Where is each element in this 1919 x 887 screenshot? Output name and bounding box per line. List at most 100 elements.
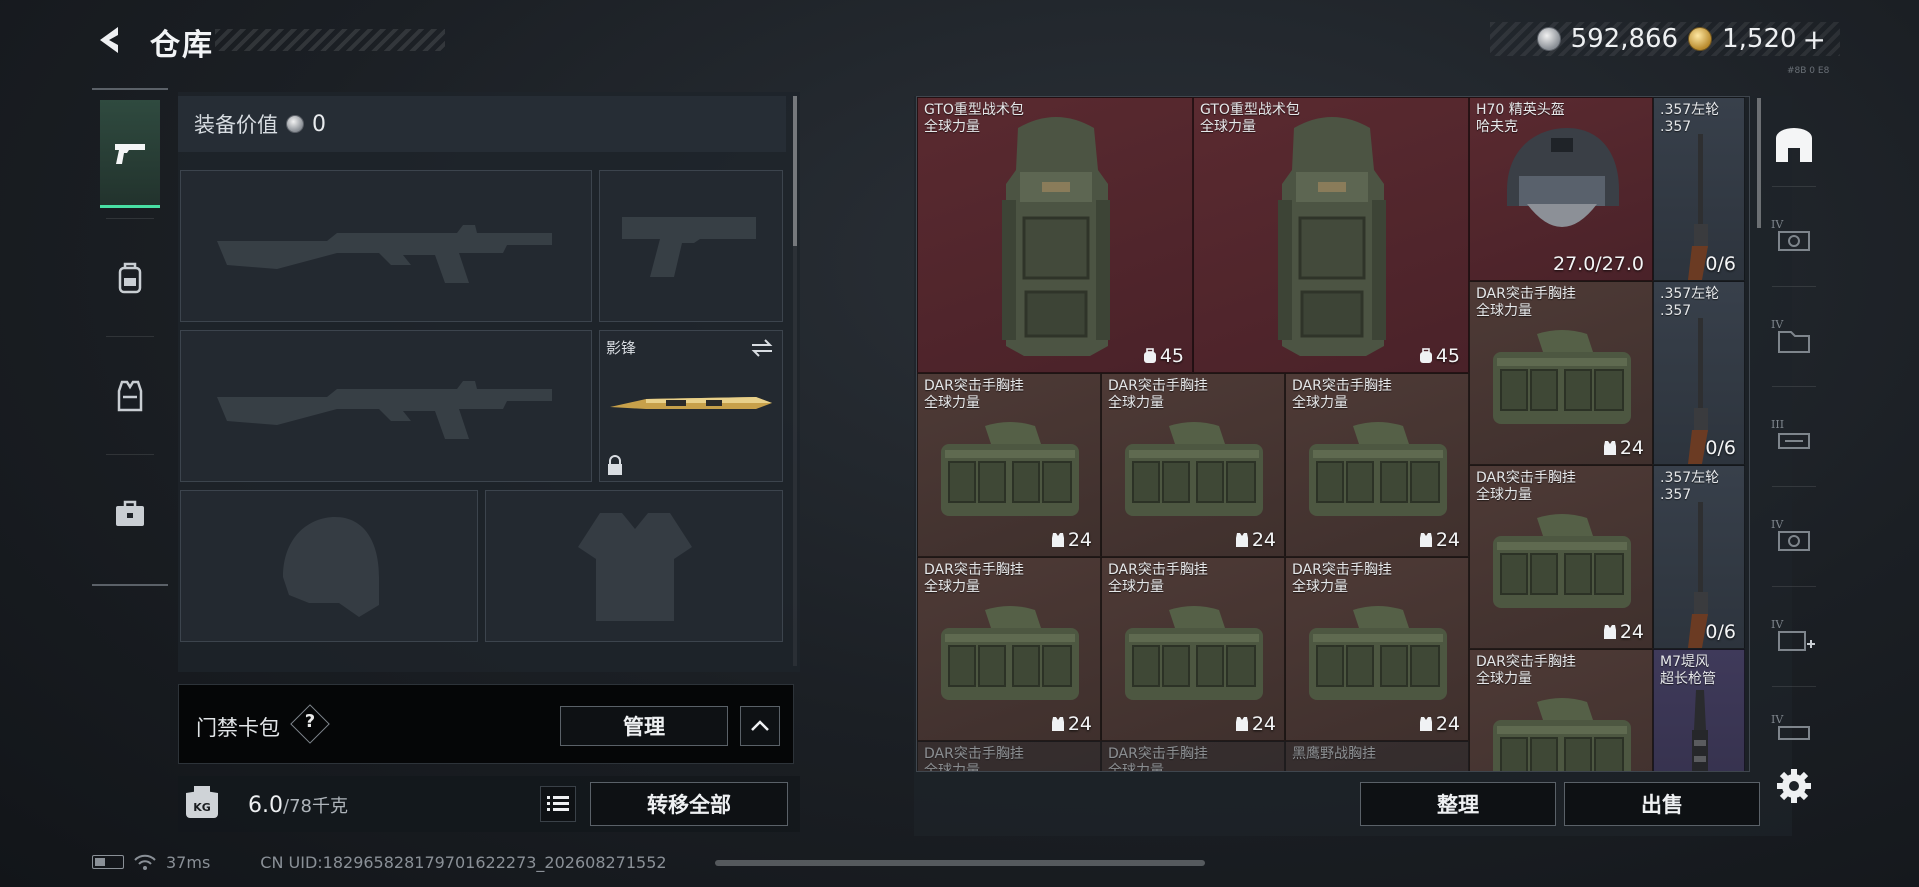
item-name: DAR突击手胸挂 [1292, 562, 1392, 578]
item-count: 24 [1419, 713, 1460, 735]
storage-item[interactable]: .357左轮 .357 0/6 [1653, 281, 1745, 465]
storage-item[interactable]: 黑鹰野战胸挂 [1285, 741, 1469, 771]
item-count: 24 [1603, 437, 1644, 459]
armor-silhouette-icon [578, 513, 692, 621]
storage-item[interactable]: DAR突击手胸挂全球力量24 [1469, 281, 1653, 465]
sort-button[interactable]: 整理 [1360, 782, 1556, 826]
nav-tab-vest[interactable] [100, 342, 160, 450]
storage-item[interactable]: H70 精英头盔 哈夫克 27.0/27.0 [1469, 97, 1653, 281]
item-count-value: 0/6 [1705, 253, 1736, 275]
nav-tab-gear[interactable] [100, 224, 160, 332]
add-currency-button[interactable]: + [1803, 23, 1826, 56]
item-count-value: 24 [1435, 713, 1460, 735]
tier-iv-medkit-button[interactable]: IV [1766, 606, 1822, 666]
storage-item[interactable]: GTO重型战术包 全球力量 45 [917, 97, 1193, 373]
storage-item[interactable]: DAR突击手胸挂全球力量24 [1101, 557, 1285, 741]
item-subtitle: 全球力量 [1292, 579, 1348, 595]
item-count-value: 24 [1067, 713, 1092, 735]
left-nav [92, 88, 168, 586]
melee-slot[interactable]: 影锋 [599, 330, 783, 482]
storage-item[interactable]: DAR突击手胸挂全球力量24 [1285, 373, 1469, 557]
pistol-slot[interactable] [599, 170, 783, 322]
list-view-button[interactable] [540, 786, 576, 822]
item-count-value: 0/6 [1705, 621, 1736, 643]
item-name: DAR突击手胸挂 [1476, 654, 1576, 670]
item-subtitle: 全球力量 [1476, 303, 1532, 319]
backpack-small-icon [1419, 348, 1432, 363]
item-subtitle: .357 [1660, 303, 1692, 319]
item-subtitle: .357 [1660, 487, 1692, 503]
vest-small-icon [1235, 717, 1248, 731]
item-count-value: 24 [1435, 529, 1460, 551]
storage-item[interactable]: .357左轮 .357 0/6 [1653, 97, 1745, 281]
primary-weapon-slot-1[interactable] [180, 170, 592, 322]
item-subtitle: 全球力量 [1108, 579, 1164, 595]
item-subtitle: 全球力量 [924, 579, 980, 595]
item-count-value: 24 [1619, 621, 1644, 643]
item-subtitle: 全球力量 [924, 119, 980, 135]
item-name: GTO重型战术包 [1200, 102, 1300, 118]
nav-tab-weapons[interactable] [100, 100, 160, 208]
vest-small-icon [1603, 441, 1616, 455]
item-count-value: 27.0/27.0 [1552, 253, 1644, 275]
backpack-small-icon [1143, 348, 1156, 363]
storage-item[interactable]: DAR突击手胸挂 全球力量 [1101, 741, 1285, 771]
weight-readout: 6.0/78千克 [248, 792, 348, 818]
item-subtitle: .357 [1660, 119, 1692, 135]
tier-iv-camera-button-2[interactable]: IV [1766, 506, 1822, 566]
armor-slot[interactable] [485, 490, 783, 642]
item-subtitle: 超长枪管 [1660, 671, 1716, 687]
keycard-label: 门禁卡包 [196, 716, 280, 740]
storage-item[interactable]: GTO重型战术包 全球力量 45 [1193, 97, 1469, 373]
chest-rig-item-icon [1493, 698, 1631, 771]
helmet-silhouette-icon [283, 517, 379, 617]
vault-icon [1776, 128, 1812, 162]
transfer-all-button[interactable]: 转移全部 [590, 782, 788, 826]
manage-button[interactable]: 管理 [560, 706, 728, 746]
gold-coin-icon [1688, 27, 1713, 51]
tier-iii-tool-button[interactable]: III [1766, 406, 1822, 466]
tier-iv-camera-button[interactable]: IV [1766, 206, 1822, 266]
chest-rig-item-icon [941, 606, 1079, 700]
item-count: 24 [1235, 713, 1276, 735]
storage-item[interactable]: DAR突击手胸挂全球力量24 [1469, 649, 1653, 771]
storage-item[interactable]: DAR突击手胸挂全球力量 24 [917, 557, 1101, 741]
item-count: 0/6 [1705, 621, 1736, 643]
storage-item[interactable]: DAR突击手胸挂 全球力量 [917, 741, 1101, 771]
item-name: DAR突击手胸挂 [924, 562, 1024, 578]
tool-column: IV IV III IV IV IV [1760, 96, 1828, 776]
storage-item[interactable]: .357左轮 .357 0/6 [1653, 465, 1745, 649]
settings-button[interactable] [1774, 766, 1814, 806]
item-count: 24 [1235, 529, 1276, 551]
storage-item[interactable]: DAR突击手胸挂全球力量24 [917, 373, 1101, 557]
home-indicator[interactable] [715, 860, 1205, 866]
title-stripe-decoration [215, 29, 445, 51]
storage-item[interactable]: DAR突击手胸挂全球力量24 [1101, 373, 1285, 557]
nav-tab-supplies[interactable] [100, 460, 160, 568]
item-name: DAR突击手胸挂 [1476, 470, 1576, 486]
chest-rig-item-icon [941, 422, 1079, 516]
item-count-value: 24 [1251, 529, 1276, 551]
storage-item[interactable]: DAR突击手胸挂全球力量24 [1469, 465, 1653, 649]
swap-icon[interactable] [750, 339, 774, 357]
vault-button[interactable] [1766, 116, 1822, 176]
tier-iv-case-button[interactable]: IV [1766, 696, 1822, 756]
vest-small-icon [1235, 533, 1248, 547]
rifle-silhouette-icon [217, 381, 552, 439]
equipment-scrollbar-thumb[interactable] [793, 96, 797, 246]
chest-rig-item-icon [1125, 606, 1263, 700]
tier-iv-folder-button[interactable]: IV [1766, 306, 1822, 366]
item-count-value: 24 [1067, 529, 1092, 551]
item-count-value: 45 [1159, 345, 1184, 367]
primary-weapon-slot-2[interactable] [180, 330, 592, 482]
helmet-slot[interactable] [180, 490, 478, 642]
vest-small-icon [1419, 533, 1432, 547]
equipment-value-row: 装备价值 0 [178, 96, 786, 152]
storage-item[interactable]: M7堤风 超长枪管 [1653, 649, 1745, 771]
chevron-up-icon [751, 720, 769, 731]
collapse-button[interactable] [740, 706, 780, 746]
back-button[interactable] [92, 22, 128, 58]
storage-item[interactable]: DAR突击手胸挂全球力量 24 [1285, 557, 1469, 741]
sell-button[interactable]: 出售 [1564, 782, 1760, 826]
item-count-value: 45 [1435, 345, 1460, 367]
